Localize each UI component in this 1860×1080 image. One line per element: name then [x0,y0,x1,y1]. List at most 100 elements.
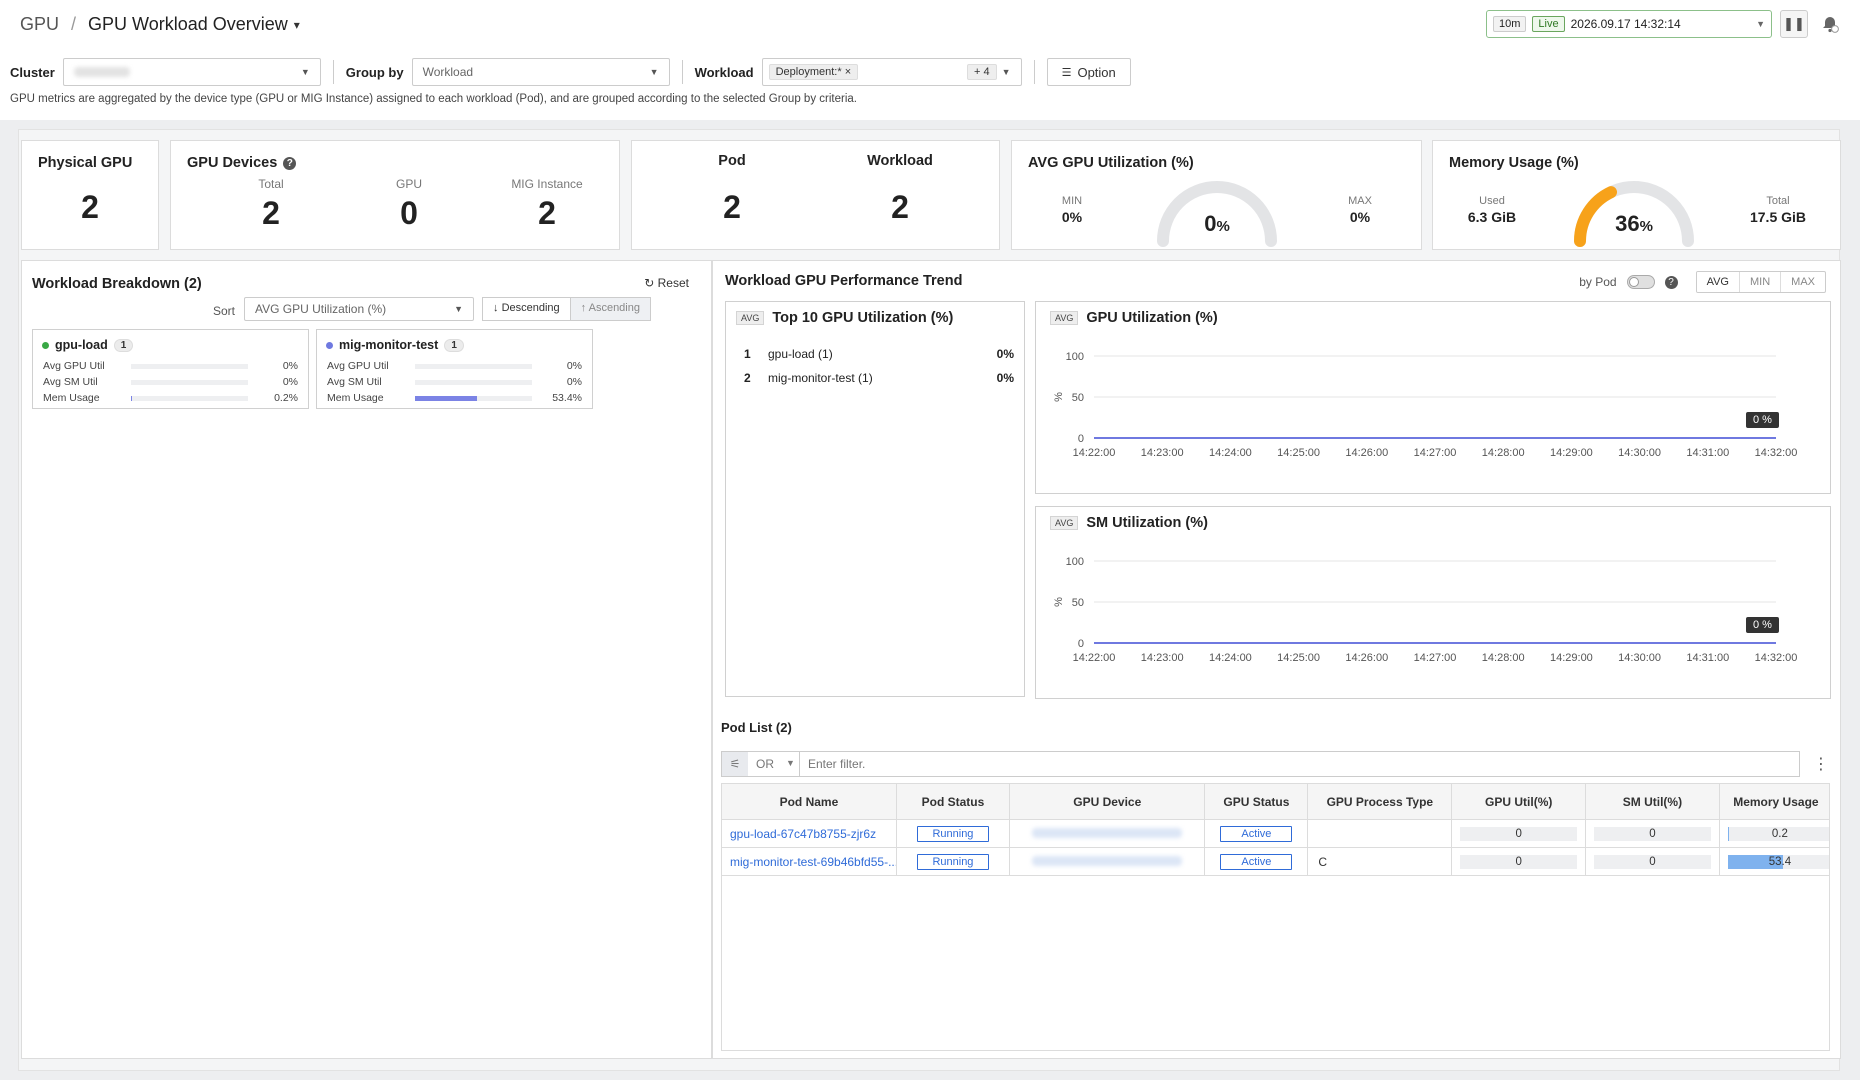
agg-max-button[interactable]: MAX [1780,272,1825,292]
breadcrumb-separator: / [71,14,77,34]
x-tick-label: 14:22:00 [1073,652,1116,664]
devices-total: Total 2 [211,177,331,232]
item-name: gpu-load (1) [768,347,833,361]
chevron-down-icon[interactable]: ▾ [294,18,300,32]
item-value: 0% [996,371,1014,385]
gpu-device-redacted [1032,827,1183,838]
sm-util-cell: 0 [1585,819,1720,848]
arrow-up-icon: ↑ [580,302,587,314]
help-icon[interactable]: ? [1664,275,1678,289]
sliders-icon: ☰ [1061,66,1072,79]
workload-chip[interactable]: Deployment:* × [768,64,859,80]
page-title[interactable]: GPU Workload Overview [88,14,288,35]
column-header[interactable]: GPU Device [1009,784,1206,820]
ascending-button[interactable]: ↑ Ascending [569,298,650,320]
main-panel: Physical GPU 2 GPU Devices? Total 2 GPU … [18,129,1841,1071]
breadcrumb-root[interactable]: GPU [20,14,59,35]
devices-mig-label: MIG Instance [511,177,583,191]
divider [332,60,334,84]
metric-row: Avg GPU Util 0% [327,358,582,374]
metric-bar [131,379,248,385]
refresh-icon: ↻ [644,276,655,290]
list-item[interactable]: 1 gpu-load (1) 0% [744,342,1014,366]
sort-select[interactable]: AVG GPU Utilization (%) ▼ [244,297,474,321]
column-header[interactable]: Pod Name [722,784,897,820]
physical-gpu-value: 2 [81,189,99,225]
aggregation-toggle: AVG MIN MAX [1695,271,1826,293]
gpu-util-cell: 0 [1451,819,1587,848]
agg-min-button[interactable]: MIN [1738,272,1780,292]
y-tick-label: 50 [1072,392,1084,404]
column-header[interactable]: GPU Util(%) [1451,784,1587,820]
workload-select[interactable]: Deployment:* × + 4 ▼ [761,58,1022,86]
cluster-select[interactable]: ▼ [62,58,321,86]
agg-avg-button[interactable]: AVG [1696,272,1739,292]
notification-button[interactable] [1816,10,1844,38]
metric-bar [415,395,532,401]
avg-util-min-value: 0% [1061,209,1083,225]
devices-mig: MIG Instance 2 [487,177,607,232]
pod-list-title: Pod List (2) [721,720,792,735]
groupby-label: Group by [345,64,404,80]
x-tick-label: 14:31:00 [1686,447,1729,459]
sm-util-cell: 0 [1585,847,1720,876]
bypod-toggle[interactable] [1626,275,1655,289]
filter-input[interactable] [799,751,1800,777]
sm-util-plot: 0 50 100% 14:22:00 14:23:00 14:24:00 14:25:00 1… [1053,556,1797,664]
divider [681,60,683,84]
column-header[interactable]: Memory Usage [1718,784,1829,820]
more-options-icon[interactable]: ⋮ [1813,754,1829,774]
help-icon[interactable]: ? [283,157,297,170]
reset-button[interactable]: ↻ Reset [644,276,689,290]
trend-controls: by Pod ? AVG MIN MAX [1579,271,1826,293]
metric-bar [415,363,532,369]
groupby-value: Workload [422,65,474,79]
workload-label: Workload [694,64,754,80]
workload-card-name: gpu-load [55,338,108,352]
current-datetime: 2026.09.17 14:32:14 [1570,17,1681,31]
workload-card[interactable]: mig-monitor-test 1 Avg GPU Util 0% Avg SM Ut… [316,329,593,409]
avg-util-min: MIN 0% [1052,195,1092,225]
status-dot [326,341,333,349]
x-tick-label: 14:22:00 [1073,447,1116,459]
descending-button[interactable]: ↓ Descending [483,298,570,320]
pod-name-link[interactable]: gpu-load-67c47b8755-zjr6z [722,819,897,848]
pod-table: Pod Name Pod Status GPU Device GPU Status GP… [722,784,1829,876]
x-tick-label: 14:23:00 [1141,652,1184,664]
x-tick-label: 14:26:00 [1345,652,1388,664]
y-tick-label: 50 [1072,597,1084,609]
groupby-select[interactable]: Workload ▼ [411,58,670,86]
chevron-down-icon: ▼ [1756,19,1765,29]
metric-bar-fill [415,395,478,401]
descending-label: Descending [501,302,560,314]
arrow-down-icon: ↓ [493,302,499,314]
memory-gauge [1574,181,1694,247]
column-header[interactable]: GPU Process Type [1307,784,1453,820]
gpu-util-cell: 0 [1451,847,1587,876]
close-icon[interactable]: × [845,66,851,78]
x-tick-label: 14:30:00 [1618,447,1661,459]
option-button[interactable]: ☰ Option [1046,58,1131,86]
pod-name-link[interactable]: mig-monitor-test-69b46bfd55-... [722,847,897,876]
pause-button[interactable]: ❚❚ [1780,10,1808,38]
workload-title: Workload [867,153,933,169]
process-type-cell: C [1307,847,1453,876]
table-row[interactable]: gpu-load-67c47b8755-zjr6z Running Active 0 0… [722,819,1829,848]
filter-logic-select[interactable]: ⚟ OR ▼ [721,751,804,777]
sort-order-toggle: ↓ Descending ↑ Ascending [482,297,651,321]
list-item[interactable]: 2 mig-monitor-test (1) 0% [744,366,1014,390]
top10-header: AVG Top 10 GPU Utilization (%) [736,310,953,326]
column-header[interactable]: Pod Status [895,784,1011,820]
avg-util-min-label: MIN [1061,195,1083,207]
devices-gpu-value: 0 [400,195,418,231]
sm-util-chart: AVG SM Utilization (%) 0 50 100% 14:22:00 14… [1035,506,1831,699]
table-row[interactable]: mig-monitor-test-69b46bfd55-... Running Ac… [722,847,1829,876]
column-header[interactable]: GPU Status [1204,784,1309,820]
x-tick-label: 14:31:00 [1686,652,1729,664]
workload-card[interactable]: gpu-load 1 Avg GPU Util 0% Avg SM Util 0% Mem … [32,329,309,409]
time-range-picker[interactable]: 10m Live 2026.09.17 14:32:14 ▼ [1486,10,1772,38]
workload-card-header: gpu-load 1 [42,338,134,352]
column-header[interactable]: SM Util(%) [1585,784,1720,820]
x-tick-label: 14:29:00 [1550,652,1593,664]
metric-value: 53.4% [552,392,582,404]
